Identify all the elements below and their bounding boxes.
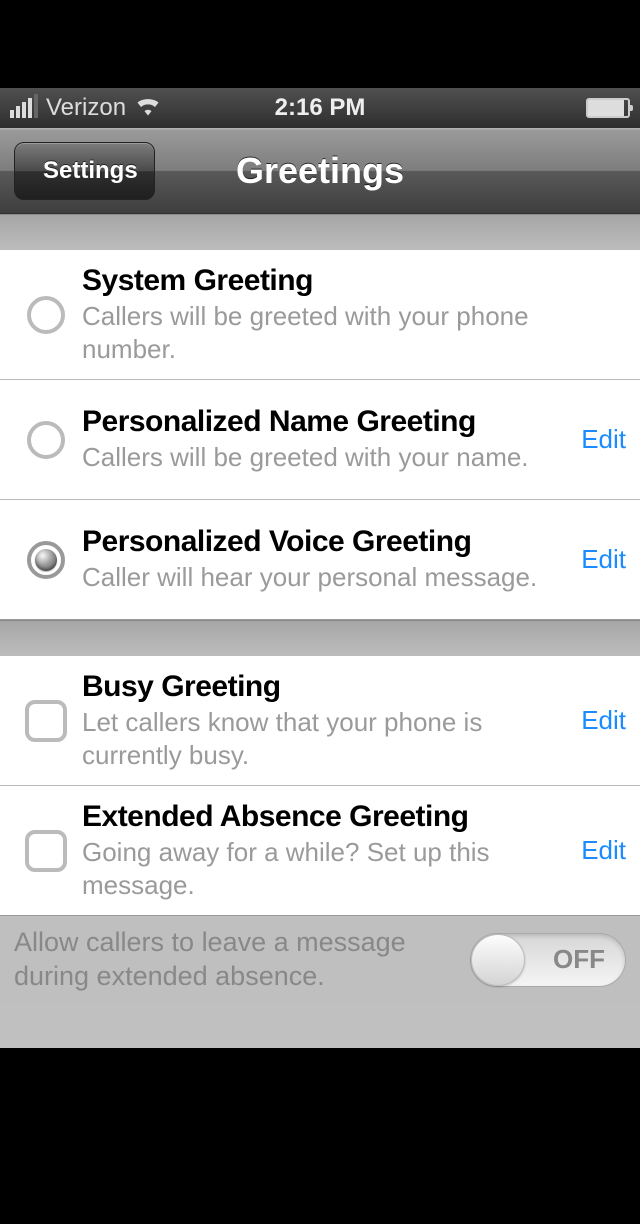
- radio-icon[interactable]: [27, 421, 65, 459]
- edit-link[interactable]: Edit: [581, 544, 626, 574]
- greeting-option-extended[interactable]: Extended Absence Greeting Going away for…: [0, 786, 640, 916]
- toggle-state-label: OFF: [553, 944, 605, 975]
- carrier-label: Verizon: [46, 94, 126, 122]
- option-title: Personalized Name Greeting: [82, 405, 566, 439]
- option-title: Extended Absence Greeting: [82, 800, 566, 834]
- back-button-label: Settings: [43, 157, 138, 185]
- radio-icon[interactable]: [27, 296, 65, 334]
- option-description: Let callers know that your phone is curr…: [82, 706, 566, 771]
- checkbox-icon[interactable]: [25, 700, 67, 742]
- greeting-checkbox-group: Busy Greeting Let callers know that your…: [0, 656, 640, 916]
- toggle-description: Allow callers to leave a message during …: [14, 926, 470, 994]
- app-screen: Verizon 2:16 PM Settings Greetings Syste…: [0, 88, 640, 1048]
- greeting-option-system[interactable]: System Greeting Callers will be greeted …: [0, 250, 640, 380]
- option-title: System Greeting: [82, 264, 626, 298]
- greeting-option-voice[interactable]: Personalized Voice Greeting Caller will …: [0, 500, 640, 620]
- status-right: [423, 98, 630, 118]
- edit-link[interactable]: Edit: [581, 424, 626, 454]
- option-description: Caller will hear your personal message.: [82, 561, 566, 594]
- greeting-radio-group: System Greeting Callers will be greeted …: [0, 250, 640, 620]
- checkbox-icon[interactable]: [25, 830, 67, 872]
- option-title: Busy Greeting: [82, 670, 566, 704]
- option-description: Callers will be greeted with your name.: [82, 441, 566, 474]
- status-bar: Verizon 2:16 PM: [0, 88, 640, 128]
- back-button[interactable]: Settings: [14, 142, 155, 200]
- status-left: Verizon: [10, 94, 217, 123]
- toggle-knob-icon: [471, 934, 525, 986]
- section-separator: [0, 620, 640, 656]
- wifi-icon: [134, 94, 162, 123]
- signal-icon: [10, 98, 38, 118]
- option-title: Personalized Voice Greeting: [82, 525, 566, 559]
- nav-bar: Settings Greetings: [0, 128, 640, 214]
- option-description: Going away for a while? Set up this mess…: [82, 836, 566, 901]
- option-description: Callers will be greeted with your phone …: [82, 300, 626, 365]
- greeting-option-busy[interactable]: Busy Greeting Let callers know that your…: [0, 656, 640, 786]
- allow-message-toggle[interactable]: OFF: [470, 933, 626, 987]
- edit-link[interactable]: Edit: [581, 835, 626, 865]
- radio-icon[interactable]: [27, 541, 65, 579]
- battery-icon: [586, 98, 630, 118]
- extended-absence-toggle-row: Allow callers to leave a message during …: [0, 916, 640, 1004]
- section-separator: [0, 214, 640, 250]
- clock-label: 2:16 PM: [217, 94, 424, 122]
- edit-link[interactable]: Edit: [581, 705, 626, 735]
- greeting-option-name[interactable]: Personalized Name Greeting Callers will …: [0, 380, 640, 500]
